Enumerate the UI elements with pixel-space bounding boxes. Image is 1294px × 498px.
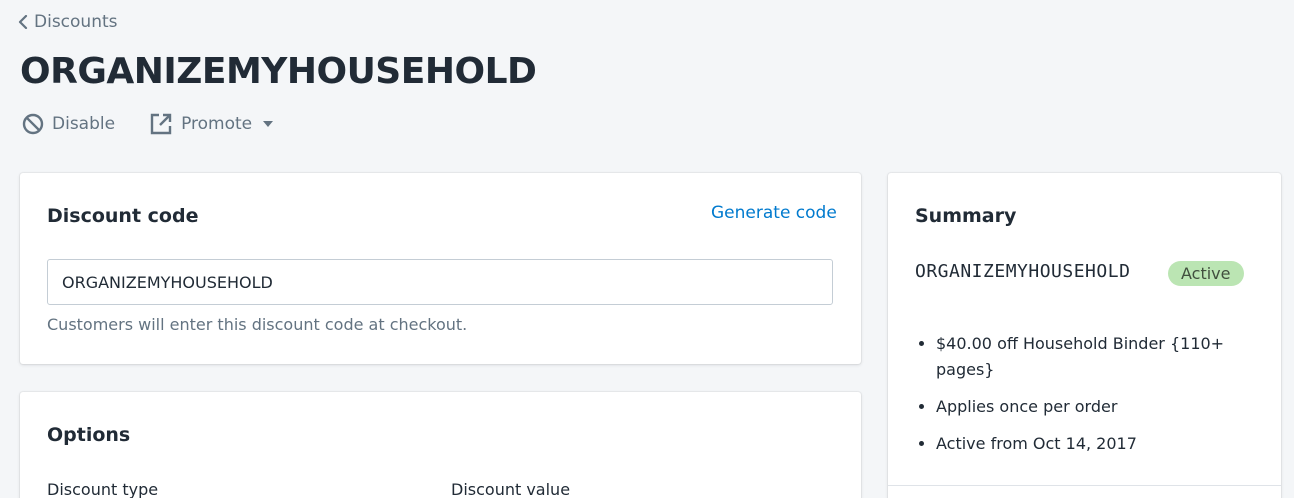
summary-title: Summary <box>915 205 1017 227</box>
discount-value-label: Discount value <box>451 480 571 498</box>
caret-down-icon <box>263 121 274 127</box>
discount-type-label: Discount type <box>47 480 159 498</box>
breadcrumb-label: Discounts <box>34 12 118 32</box>
options-title: Options <box>47 424 131 446</box>
summary-item: $40.00 off Household Binder {110+ pages} <box>936 331 1266 383</box>
discount-code-card: Discount code Generate code Customers wi… <box>20 173 861 364</box>
chevron-left-icon <box>18 15 28 29</box>
disable-icon <box>22 113 44 135</box>
summary-item: Applies once per order <box>936 394 1266 420</box>
page-actions: Disable Promote <box>22 112 282 136</box>
summary-list: $40.00 off Household Binder {110+ pages}… <box>915 331 1266 468</box>
summary-card: Summary ORGANIZEMYHOUSEHOLD Active $40.0… <box>888 173 1281 498</box>
disable-button[interactable]: Disable <box>22 113 115 135</box>
discount-detail-page: Discounts ORGANIZEMYHOUSEHOLD Disable Pr… <box>0 0 1294 498</box>
promote-label: Promote <box>181 114 253 134</box>
disable-label: Disable <box>52 114 116 134</box>
summary-item: Active from Oct 14, 2017 <box>936 431 1266 457</box>
page-title: ORGANIZEMYHOUSEHOLD <box>20 51 537 92</box>
summary-divider <box>888 485 1281 486</box>
generate-code-link[interactable]: Generate code <box>711 203 837 223</box>
options-card: Options Discount type Discount value <box>20 392 861 498</box>
discount-code-input[interactable] <box>47 259 833 305</box>
discount-code-title: Discount code <box>47 205 199 227</box>
discount-code-help-text: Customers will enter this discount code … <box>47 315 468 334</box>
breadcrumb-back-link[interactable]: Discounts <box>18 12 118 32</box>
summary-discount-code: ORGANIZEMYHOUSEHOLD <box>915 261 1131 282</box>
status-badge: Active <box>1168 261 1244 286</box>
promote-button[interactable]: Promote <box>149 112 282 136</box>
external-link-icon <box>150 113 172 135</box>
